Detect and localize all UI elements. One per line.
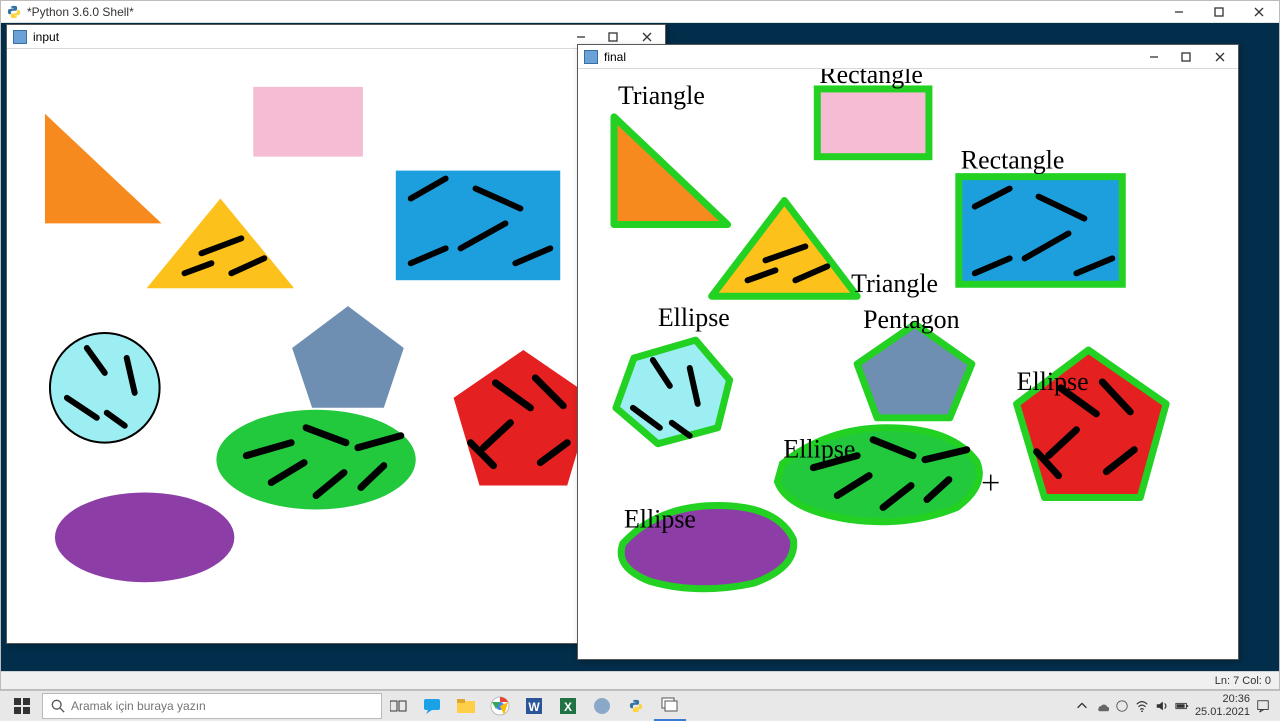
tray-battery-icon <box>1175 699 1189 713</box>
label-ellipse-2: Ellipse <box>1017 367 1089 396</box>
final-close-button[interactable] <box>1202 45 1238 69</box>
opencv-icon <box>584 50 598 64</box>
shell-minimize-button[interactable] <box>1159 1 1199 23</box>
label-pentagon: Pentagon <box>863 305 959 334</box>
label-ellipse-4: Ellipse <box>624 504 696 533</box>
shell-status-bar: Ln: 7 Col: 0 <box>1 671 1279 689</box>
detected-triangle-orange <box>614 117 728 225</box>
label-ellipse-3: Ellipse <box>783 435 855 464</box>
taskbar-search-input[interactable] <box>71 699 373 713</box>
label-rectangle-2: Rectangle <box>961 146 1065 175</box>
python-icon <box>7 5 21 19</box>
tray-bluetooth-icon <box>1115 699 1129 713</box>
taskbar-app-explorer[interactable] <box>450 691 482 721</box>
label-ellipse-1: Ellipse <box>658 303 730 332</box>
input-window[interactable]: input <box>6 24 666 644</box>
shell-title: *Python 3.6.0 Shell* <box>27 5 134 19</box>
shape-ellipse-purple <box>55 493 234 583</box>
final-canvas-area: Triangle Rectangle Rectangle <box>578 69 1238 659</box>
search-icon <box>51 699 65 713</box>
taskbar-app-excel[interactable]: X <box>552 691 584 721</box>
shell-maximize-button[interactable] <box>1199 1 1239 23</box>
shell-titlebar[interactable]: *Python 3.6.0 Shell* <box>1 1 1279 23</box>
taskbar: W X 20:36 25.01.2021 <box>0 690 1280 720</box>
svg-text:W: W <box>528 700 540 714</box>
tray-volume-icon <box>1155 699 1169 713</box>
taskbar-search[interactable] <box>42 693 382 719</box>
tray-clock[interactable]: 20:36 25.01.2021 <box>1195 693 1250 717</box>
label-triangle-2: Triangle <box>851 269 938 298</box>
shape-rectangle-blue <box>396 171 560 281</box>
taskbar-app-opencv-window[interactable] <box>654 691 686 721</box>
windows-icon <box>14 698 30 714</box>
taskbar-app-chrome[interactable] <box>484 691 516 721</box>
input-canvas <box>7 49 665 643</box>
shape-triangle-orange <box>45 114 162 224</box>
label-triangle-1: Triangle <box>618 81 705 110</box>
taskbar-app-chat[interactable] <box>416 691 448 721</box>
input-canvas-area <box>7 49 665 643</box>
taskbar-app-generic1[interactable] <box>586 691 618 721</box>
detected-pentagon-steel <box>857 324 972 418</box>
crosshair-icon <box>983 475 999 491</box>
tray-wifi-icon <box>1135 699 1149 713</box>
opencv-icon <box>13 30 27 44</box>
shape-ellipse-green <box>216 410 415 510</box>
final-title: final <box>604 50 626 64</box>
shape-circle-cyan <box>50 333 160 443</box>
detected-ellipse-cyan <box>616 340 730 444</box>
tray-onedrive-icon <box>1095 699 1109 713</box>
taskbar-app-python[interactable] <box>620 691 652 721</box>
shell-status-text: Ln: 7 Col: 0 <box>1215 675 1271 687</box>
task-view-button[interactable] <box>384 691 414 721</box>
input-title: input <box>33 30 59 44</box>
final-window[interactable]: final Triangle Rectangle <box>577 44 1239 660</box>
shape-pentagon-red <box>454 350 594 486</box>
tray-time: 20:36 <box>1195 693 1250 705</box>
shape-rectangle-pink <box>253 87 363 157</box>
system-tray[interactable]: 20:36 25.01.2021 <box>1069 693 1276 717</box>
tray-chevron-up-icon[interactable] <box>1075 699 1089 713</box>
tray-notifications-icon[interactable] <box>1256 699 1270 713</box>
taskbar-app-word[interactable]: W <box>518 691 550 721</box>
input-titlebar[interactable]: input <box>7 25 665 49</box>
shell-close-button[interactable] <box>1239 1 1279 23</box>
tray-date: 25.01.2021 <box>1195 706 1250 718</box>
start-button[interactable] <box>4 691 40 721</box>
final-canvas: Triangle Rectangle Rectangle <box>578 69 1238 659</box>
final-minimize-button[interactable] <box>1138 45 1170 69</box>
detected-triangle-yellow <box>712 201 858 297</box>
detected-rectangle-blue <box>959 177 1122 285</box>
shape-pentagon-steel <box>292 306 404 408</box>
detected-rectangle-pink <box>817 89 929 157</box>
label-rectangle-1: Rectangle <box>819 69 923 89</box>
final-titlebar[interactable]: final <box>578 45 1238 69</box>
shape-triangle-yellow <box>147 198 295 288</box>
final-maximize-button[interactable] <box>1170 45 1202 69</box>
svg-text:X: X <box>564 700 572 714</box>
